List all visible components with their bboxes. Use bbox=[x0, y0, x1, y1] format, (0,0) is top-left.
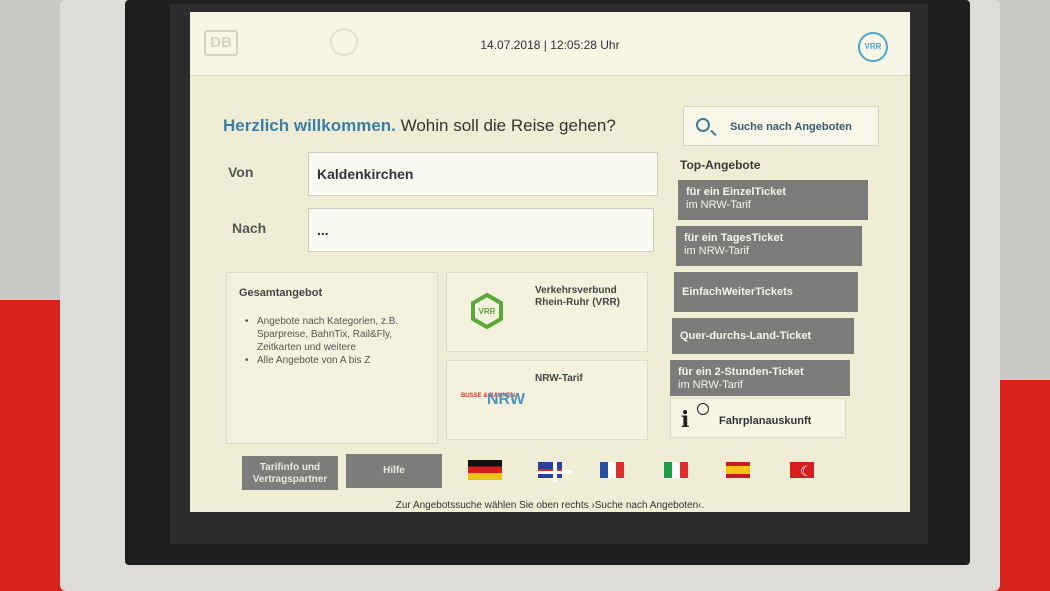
search-offers-label: Suche nach Angeboten bbox=[730, 121, 852, 133]
offer-tagesticket-button[interactable]: für ein TagesTicket im NRW-Tarif bbox=[676, 226, 862, 266]
to-field[interactable]: ... bbox=[308, 208, 654, 252]
offer-label: EinfachWeiterTickets bbox=[682, 286, 793, 298]
flag-tr-icon[interactable] bbox=[790, 462, 814, 479]
search-icon bbox=[696, 118, 710, 132]
nrw-panel-title: NRW-Tarif bbox=[535, 373, 583, 384]
info-icon: i bbox=[681, 407, 690, 433]
main-content: Herzlich willkommen. Wohin soll die Reis… bbox=[190, 76, 910, 512]
welcome-heading: Herzlich willkommen. Wohin soll die Reis… bbox=[223, 116, 616, 136]
top-offers-title: Top-Angebote bbox=[680, 158, 761, 172]
offer-einfachweiter-button[interactable]: EinfachWeiterTickets bbox=[674, 272, 858, 312]
list-item: Alle Angebote von A bis Z bbox=[245, 354, 425, 367]
flag-uk-icon[interactable] bbox=[538, 462, 572, 482]
search-offers-button[interactable]: Suche nach Angeboten bbox=[683, 106, 879, 146]
vrr-logo: VRR bbox=[471, 293, 503, 329]
offer-label: für ein 2-Stunden-Ticket bbox=[678, 366, 804, 378]
offer-einzelticket-button[interactable]: für ein EinzelTicket im NRW-Tarif bbox=[678, 180, 868, 220]
flag-fr-icon[interactable] bbox=[600, 462, 624, 478]
offer-label: für ein EinzelTicket bbox=[686, 186, 787, 198]
flag-de-icon[interactable] bbox=[468, 460, 502, 480]
gesamtangebot-panel[interactable]: Gesamtangebot Angebote nach Kategorien, … bbox=[226, 272, 438, 444]
fahrplanauskunft-label: Fahrplanauskunft bbox=[719, 415, 812, 427]
vrr-panel-title: Verkehrsverbund Rhein-Ruhr (VRR) bbox=[535, 285, 620, 308]
nrw-tarif-panel[interactable]: BUSSE & BAHNEN NRW NRW-Tarif bbox=[446, 360, 648, 440]
offer-sub: im NRW-Tarif bbox=[686, 199, 751, 211]
offer-sub: im NRW-Tarif bbox=[678, 379, 743, 391]
offer-sub: im NRW-Tarif bbox=[684, 245, 749, 257]
fahrplanauskunft-button[interactable]: i Fahrplanauskunft bbox=[670, 398, 846, 438]
date-time: 14.07.2018 | 12:05:28 Uhr bbox=[480, 38, 620, 52]
from-label: Von bbox=[228, 164, 254, 180]
vrr-corner-logo: VRR bbox=[858, 32, 888, 62]
welcome-question: Wohin soll die Reise gehen? bbox=[395, 116, 616, 135]
vrr-panel[interactable]: VRR Verkehrsverbund Rhein-Ruhr (VRR) bbox=[446, 272, 648, 352]
gesamtangebot-title: Gesamtangebot bbox=[239, 287, 323, 299]
clock-icon bbox=[330, 28, 358, 56]
ticket-machine-screen: DB 14.07.2018 | 12:05:28 Uhr VRR Herzlic… bbox=[190, 12, 910, 512]
db-logo: DB bbox=[204, 30, 238, 56]
offer-2-stunden-button[interactable]: für ein 2-Stunden-Ticket im NRW-Tarif bbox=[670, 360, 850, 396]
flag-it-icon[interactable] bbox=[664, 462, 688, 478]
top-bar: DB 14.07.2018 | 12:05:28 Uhr VRR bbox=[190, 12, 910, 76]
nrw-logo: NRW bbox=[487, 391, 525, 408]
clock-icon bbox=[697, 403, 709, 415]
tarifinfo-button[interactable]: Tarifinfo und Vertragspartner bbox=[242, 456, 338, 490]
hilfe-button[interactable]: Hilfe bbox=[346, 454, 442, 488]
list-item: Angebote nach Kategorien, z.B. Sparpreis… bbox=[245, 315, 425, 354]
to-label: Nach bbox=[232, 220, 267, 236]
offer-label: Quer-durchs-Land-Ticket bbox=[680, 330, 812, 342]
welcome-strong: Herzlich willkommen. bbox=[223, 116, 396, 135]
offer-label: für ein TagesTicket bbox=[684, 232, 784, 244]
offer-quer-durchs-land-button[interactable]: Quer-durchs-Land-Ticket bbox=[672, 318, 854, 354]
flag-es-icon[interactable] bbox=[726, 462, 750, 478]
from-field[interactable]: Kaldenkirchen bbox=[308, 152, 658, 196]
gesamtangebot-list: Angebote nach Kategorien, z.B. Sparpreis… bbox=[245, 315, 425, 367]
footer-hint: Zur Angebotssuche wählen Sie oben rechts… bbox=[395, 500, 705, 511]
vrr-logo-text: VRR bbox=[479, 307, 496, 316]
